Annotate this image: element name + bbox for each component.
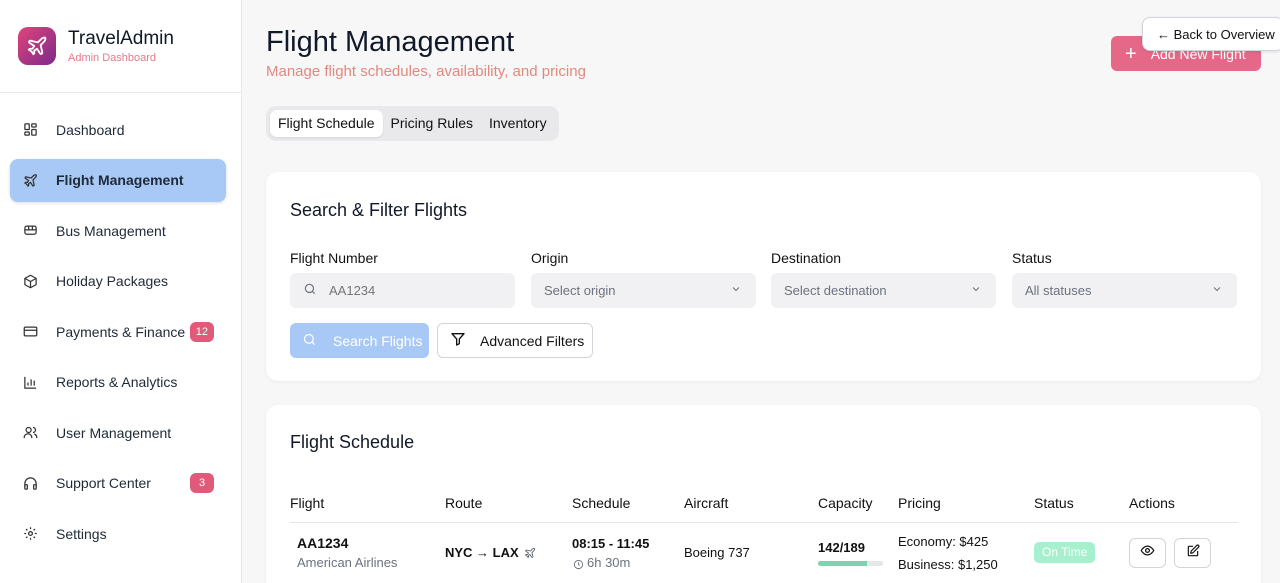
sidebar-item-settings[interactable]: Settings <box>10 512 226 555</box>
sidebar-item-dashboard[interactable]: Dashboard <box>10 108 226 151</box>
origin-select[interactable]: Select origin <box>531 273 756 308</box>
sidebar-item-label: Payments & Finance <box>56 323 186 340</box>
plane-icon <box>21 171 39 189</box>
status-select[interactable]: All statuses <box>1012 273 1237 308</box>
sidebar-item-support-center[interactable]: Support Center 3 <box>10 462 226 505</box>
sidebar-item-label: Reports & Analytics <box>56 374 178 390</box>
status-select-value: All statuses <box>1025 283 1092 298</box>
tab-pricing-rules[interactable]: Pricing Rules <box>383 110 481 137</box>
search-flights-button[interactable]: Search Flights <box>290 323 429 358</box>
bus-icon <box>21 222 39 240</box>
departure-arrival-time: 08:15 - 11:45 <box>572 536 650 551</box>
back-to-overview-button[interactable]: ← Back to Overview <box>1142 17 1280 51</box>
brand-subtitle: Admin Dashboard <box>68 52 157 64</box>
column-header-schedule: Schedule <box>572 495 631 511</box>
route: NYC → LAX <box>445 545 519 560</box>
sidebar-item-holiday-packages[interactable]: Holiday Packages <box>10 260 226 303</box>
package-icon <box>21 272 39 290</box>
capacity-value: 142/189 <box>818 540 865 555</box>
plane-logo-icon <box>18 27 56 65</box>
sidebar-item-user-management[interactable]: User Management <box>10 411 226 454</box>
flight-schedule-card: Flight Schedule Flight Route Schedule Ai… <box>266 405 1261 583</box>
clock-icon <box>573 557 584 575</box>
sidebar-item-label: Holiday Packages <box>56 273 169 289</box>
chevron-down-icon <box>730 283 742 298</box>
column-header-pricing: Pricing <box>898 495 941 511</box>
sidebar-item-label: Settings <box>56 525 107 542</box>
flight-number-input[interactable] <box>329 283 499 298</box>
view-flight-button[interactable] <box>1129 538 1166 568</box>
grid-icon <box>21 121 39 139</box>
search-filter-card: Search & Filter Flights Flight Number Or… <box>266 172 1261 381</box>
sidebar-item-label: Flight Management <box>56 172 184 188</box>
sidebar-item-reports-analytics[interactable]: Reports & Analytics <box>10 361 226 404</box>
tab-flight-schedule[interactable]: Flight Schedule <box>270 110 383 137</box>
economy-price: Economy: $425 <box>898 534 989 549</box>
chevron-down-icon <box>1211 283 1223 298</box>
users-icon <box>21 424 39 442</box>
flight-duration: 6h 30m <box>587 555 631 570</box>
capacity-progress-bar <box>818 561 883 566</box>
tab-bar: Flight Schedule Pricing Rules Inventory <box>266 106 559 141</box>
column-header-status: Status <box>1034 495 1074 511</box>
plus-icon: + <box>1125 42 1137 65</box>
brand: TravelAdmin Admin Dashboard <box>0 0 241 93</box>
notification-badge: 3 <box>190 473 214 493</box>
schedule-card-title: Flight Schedule <box>290 432 415 452</box>
sidebar-item-label: Dashboard <box>56 121 125 138</box>
gear-icon <box>21 525 39 543</box>
capacity-progress-fill <box>818 561 867 566</box>
origin-label: Origin <box>531 250 569 266</box>
column-header-route: Route <box>445 495 483 511</box>
page-title: Flight Management <box>266 26 515 58</box>
flight-number: AA1234 <box>297 535 349 551</box>
sidebar-item-payments-finance[interactable]: Payments & Finance 12 <box>10 310 226 353</box>
search-card-title: Search & Filter Flights <box>290 200 468 220</box>
destination-label: Destination <box>771 250 842 266</box>
table-header-divider <box>290 522 1238 523</box>
sidebar-item-flight-management[interactable]: Flight Management <box>10 158 226 202</box>
notification-badge: 12 <box>189 321 214 342</box>
edit-flight-button[interactable] <box>1174 538 1211 568</box>
sidebar-nav: Dashboard Flight Management Bus Manageme… <box>0 93 241 555</box>
credit-card-icon <box>21 323 39 341</box>
business-price: Business: $1,250 <box>898 557 998 572</box>
filter-icon <box>450 331 466 350</box>
sidebar-item-label: Bus Management <box>56 222 166 239</box>
status-badge: On Time <box>1034 542 1096 563</box>
search-flights-label: Search Flights <box>333 332 423 349</box>
tab-inventory[interactable]: Inventory <box>481 110 555 137</box>
destination-select[interactable]: Select destination <box>771 273 996 308</box>
airline-name: American Airlines <box>297 555 398 570</box>
flight-number-field[interactable] <box>290 273 515 308</box>
chevron-down-icon <box>970 283 982 298</box>
search-icon <box>302 332 317 350</box>
aircraft: Boeing 737 <box>684 545 750 560</box>
eye-icon <box>1140 543 1155 563</box>
brand-name: TravelAdmin <box>68 28 174 49</box>
destination-select-value: Select destination <box>784 283 887 298</box>
advanced-filters-label: Advanced Filters <box>480 332 585 349</box>
sidebar-item-label: Support Center <box>56 475 151 491</box>
advanced-filters-button[interactable]: Advanced Filters <box>437 323 593 358</box>
column-header-aircraft: Aircraft <box>684 495 729 511</box>
plane-icon <box>524 546 536 564</box>
origin-select-value: Select origin <box>544 283 616 298</box>
sidebar: TravelAdmin Admin Dashboard Dashboard Fl… <box>0 0 242 583</box>
page-subtitle: Manage flight schedules, availability, a… <box>266 63 586 80</box>
headphones-icon <box>21 474 39 492</box>
sidebar-item-label: User Management <box>56 424 172 441</box>
status-label: Status <box>1012 250 1052 266</box>
sidebar-item-bus-management[interactable]: Bus Management <box>10 209 226 252</box>
search-icon <box>303 282 317 299</box>
edit-icon <box>1186 544 1200 563</box>
column-header-actions: Actions <box>1129 495 1175 511</box>
bar-chart-icon <box>21 373 39 391</box>
column-header-capacity: Capacity <box>818 495 873 511</box>
flight-number-label: Flight Number <box>290 250 378 266</box>
column-header-flight: Flight <box>290 495 325 511</box>
